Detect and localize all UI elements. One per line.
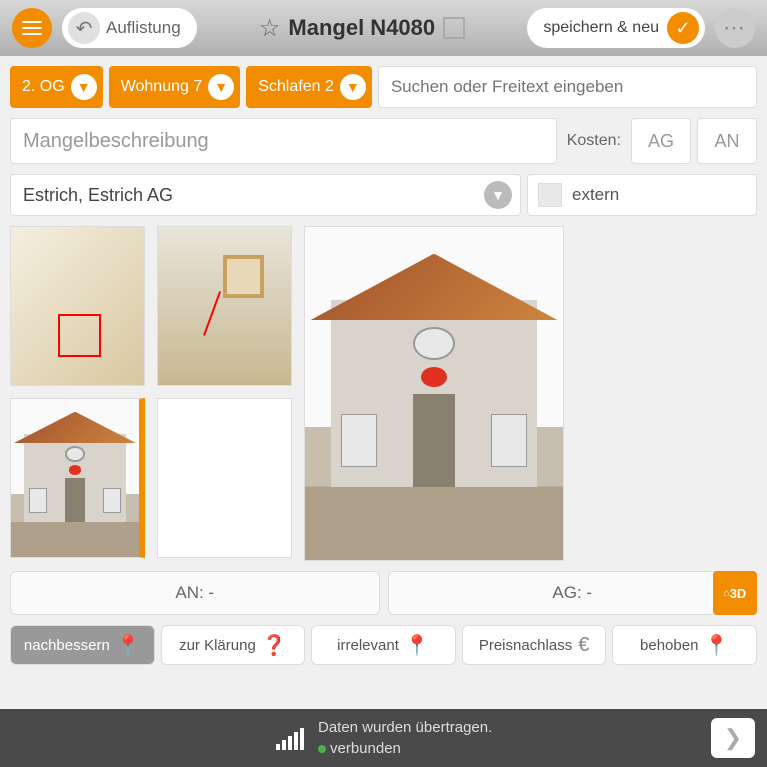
- breadcrumb-floor[interactable]: 2. OG▼: [10, 66, 103, 108]
- more-button[interactable]: ⋯: [715, 8, 755, 48]
- status-preisnachlass[interactable]: Preisnachlass€: [462, 625, 607, 665]
- 3d-button[interactable]: ⌂3D: [713, 571, 757, 615]
- back-label: Auflistung: [106, 18, 181, 38]
- status-behoben[interactable]: behoben📍: [612, 625, 757, 665]
- photo-thumbnail[interactable]: [157, 226, 292, 386]
- save-label: speichern & neu: [543, 19, 659, 37]
- breadcrumb-room[interactable]: Schlafen 2▼: [246, 66, 372, 108]
- back-icon: ↶: [68, 12, 100, 44]
- chevron-down-icon: ▼: [71, 74, 97, 100]
- question-pin-icon: ❓: [262, 633, 287, 658]
- status-irrelevant[interactable]: irrelevant📍: [311, 625, 456, 665]
- contractor-dropdown[interactable]: Estrich, Estrich AG ▼: [10, 174, 521, 216]
- footer-next-button[interactable]: ❯: [711, 718, 755, 758]
- status-dot-icon: [318, 745, 326, 753]
- status-klaerung[interactable]: zur Klärung❓: [161, 625, 306, 665]
- pin-icon: 📍: [704, 633, 729, 658]
- photo-thumbnail-empty[interactable]: [157, 398, 292, 558]
- photo-preview[interactable]: [304, 226, 564, 561]
- description-input[interactable]: Mangelbeschreibung: [10, 118, 557, 164]
- checkbox-icon: [538, 183, 562, 207]
- color-box[interactable]: [443, 17, 465, 39]
- check-icon: ✓: [667, 12, 699, 44]
- pin-icon: 📍: [405, 633, 430, 658]
- chevron-down-icon: ▼: [340, 74, 366, 100]
- back-button[interactable]: ↶ Auflistung: [62, 8, 197, 48]
- photo-thumbnail[interactable]: [10, 226, 145, 386]
- page-title: Mangel N4080: [288, 15, 435, 41]
- an-button[interactable]: AN: -: [10, 571, 380, 615]
- euro-pin-icon: €: [578, 634, 589, 657]
- extern-checkbox[interactable]: extern: [527, 174, 757, 216]
- title-area: ☆ Mangel N4080: [207, 14, 518, 43]
- ag-button[interactable]: AG: -: [388, 571, 758, 615]
- chevron-down-icon: ▼: [484, 181, 512, 209]
- pin-icon: 📍: [116, 633, 141, 658]
- cost-ag-input[interactable]: AG: [631, 118, 691, 164]
- search-input[interactable]: [378, 66, 757, 108]
- signal-icon: [276, 726, 304, 750]
- menu-button[interactable]: [12, 8, 52, 48]
- photo-thumbnail-selected[interactable]: [10, 398, 145, 558]
- cost-an-input[interactable]: AN: [697, 118, 757, 164]
- breadcrumb-unit[interactable]: Wohnung 7▼: [109, 66, 241, 108]
- costs-label: Kosten:: [563, 118, 625, 164]
- footer-status: Daten wurden übertragen. verbunden: [318, 717, 492, 759]
- star-icon[interactable]: ☆: [259, 14, 281, 43]
- status-nachbessern[interactable]: nachbessern📍: [10, 625, 155, 665]
- chevron-down-icon: ▼: [208, 74, 234, 100]
- save-button[interactable]: speichern & neu ✓: [527, 8, 705, 48]
